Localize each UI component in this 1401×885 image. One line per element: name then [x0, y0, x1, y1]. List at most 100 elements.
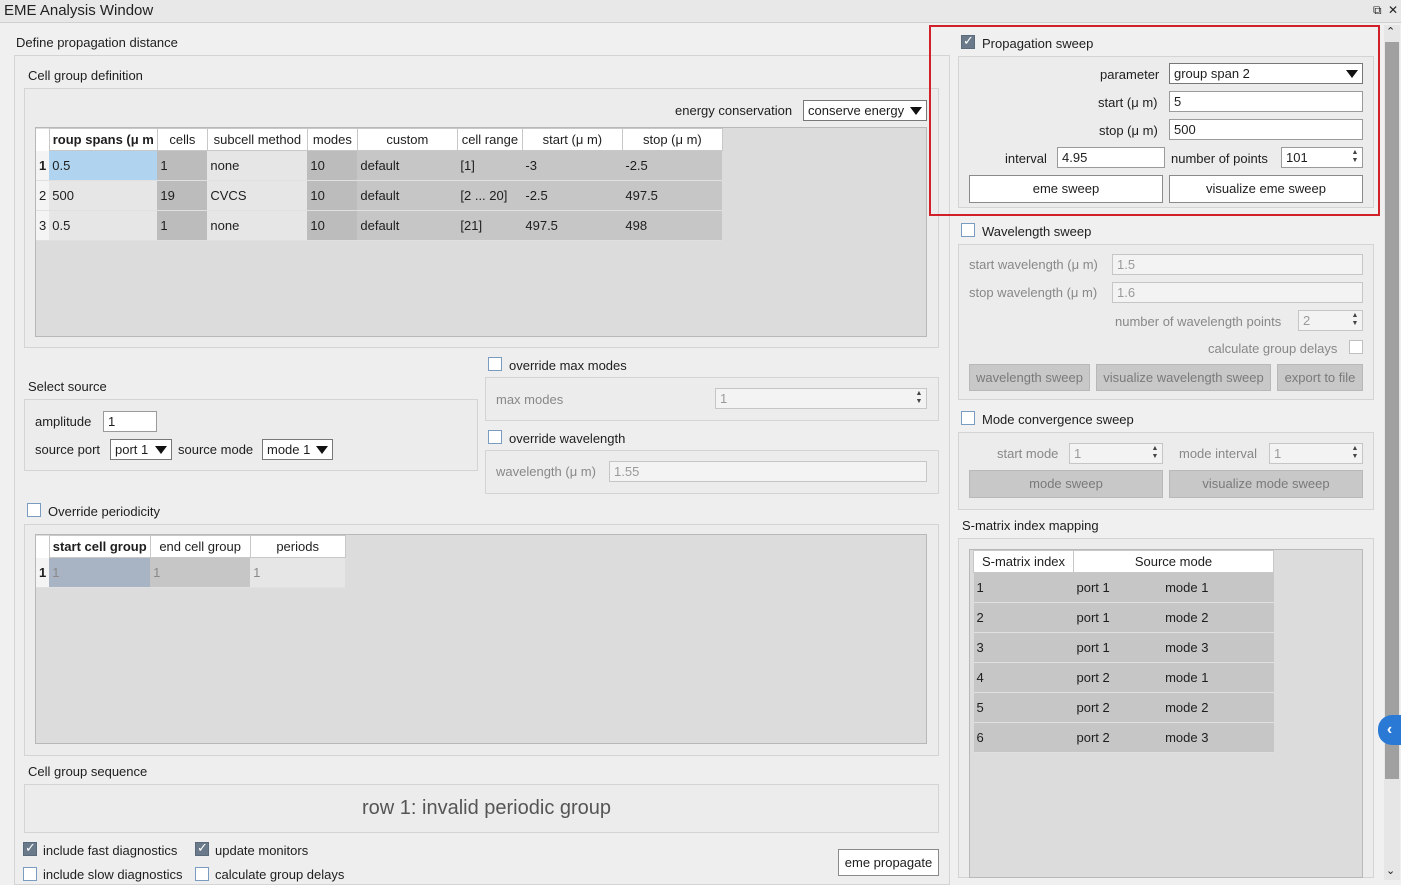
col-cells[interactable]: cells	[156, 128, 208, 151]
num-points-stepper[interactable]: 101 ▲ ▼	[1281, 147, 1363, 168]
table-cell[interactable]: default	[357, 210, 458, 241]
col-subcell[interactable]: subcell method	[206, 128, 308, 151]
col-stop[interactable]: stop (μ m)	[621, 128, 723, 151]
table-cell[interactable]: none	[207, 210, 308, 241]
cell-group-sequence-label: Cell group sequence	[28, 764, 148, 779]
eme-sweep-button[interactable]: eme sweep	[969, 175, 1163, 203]
table-row[interactable]: 5 port 2 mode 2	[973, 692, 1274, 723]
define-propagation-label: Define propagation distance	[16, 35, 178, 50]
override-max-modes-checkbox[interactable]	[488, 357, 502, 371]
source-mode-select[interactable]: mode 1	[262, 439, 333, 460]
chevron-left-icon[interactable]: ‹	[1378, 715, 1401, 745]
table-row[interactable]: 2 500 19 CVCS 10 default [2 ... 20] -2.5…	[36, 180, 723, 211]
visualize-wavelength-sweep-button[interactable]: visualize wavelength sweep	[1096, 364, 1271, 391]
wavelength-sweep-checkbox[interactable]	[961, 223, 975, 237]
mode-convergence-checkbox[interactable]	[961, 411, 975, 425]
scroll-up-icon[interactable]: ⌃	[1386, 25, 1395, 38]
amplitude-input[interactable]: 1	[103, 411, 157, 432]
start-input[interactable]: 5	[1169, 91, 1363, 112]
mode-sweep-button[interactable]: mode sweep	[969, 470, 1163, 498]
table-row[interactable]: 6 port 2 mode 3	[973, 722, 1274, 753]
table-cell[interactable]: 498	[622, 210, 723, 241]
table-cell[interactable]: 1	[250, 557, 346, 588]
calc-group-delays-checkbox[interactable]	[195, 867, 209, 881]
table-cell[interactable]: 1	[150, 557, 251, 588]
col-source-mode[interactable]: Source mode	[1073, 550, 1274, 573]
col-periods[interactable]: periods	[249, 535, 346, 558]
include-fast-diagnostics-checkbox[interactable]	[23, 840, 37, 856]
stop-wavelength-label: stop wavelength (μ m)	[969, 285, 1098, 300]
scroll-down-icon[interactable]: ⌄	[1386, 864, 1395, 877]
export-to-file-button[interactable]: export to file	[1277, 364, 1363, 391]
calc-group-delays-label: calculate group delays	[215, 867, 345, 882]
col-smatrix-index[interactable]: S-matrix index	[973, 550, 1074, 573]
col-cell-range[interactable]: cell range	[456, 128, 523, 151]
visualize-mode-sweep-button[interactable]: visualize mode sweep	[1169, 470, 1363, 498]
table-cell[interactable]: CVCS	[207, 180, 308, 211]
cell-group-label: Cell group definition	[28, 68, 143, 83]
window-title: EME Analysis Window	[4, 2, 154, 19]
table-row[interactable]: 1 1 1 1	[36, 557, 346, 588]
start-wavelength-input[interactable]: 1.5	[1112, 254, 1363, 275]
col-start-cell-group[interactable]: start cell group	[48, 535, 151, 558]
table-cell[interactable]: 1	[157, 210, 208, 241]
table-cell[interactable]: 10	[307, 180, 358, 211]
include-slow-diagnostics-checkbox[interactable]	[23, 867, 37, 881]
start-mode-stepper[interactable]: 1 ▲ ▼	[1069, 443, 1163, 464]
table-cell[interactable]: 497.5	[622, 180, 723, 211]
col-custom[interactable]: custom	[356, 128, 458, 151]
num-wavelength-points-stepper[interactable]: 2 ▲ ▼	[1298, 310, 1363, 331]
override-wavelength-label: override wavelength	[509, 431, 626, 446]
table-cell[interactable]: 19	[157, 180, 208, 211]
interval-input[interactable]: 4.95	[1057, 147, 1165, 168]
table-cell[interactable]: none	[207, 150, 308, 181]
energy-conservation-select[interactable]: conserve energy	[803, 100, 927, 121]
table-cell[interactable]: -3	[522, 150, 623, 181]
wavelength-input[interactable]: 1.55	[609, 461, 927, 482]
table-cell[interactable]: 0.5	[49, 150, 158, 181]
col-start[interactable]: start (μ m)	[521, 128, 623, 151]
table-cell[interactable]: default	[357, 150, 458, 181]
stop-wavelength-input[interactable]: 1.6	[1112, 282, 1363, 303]
table-cell[interactable]: 0.5	[49, 210, 158, 241]
update-monitors-checkbox[interactable]	[195, 840, 209, 856]
propagation-sweep-checkbox[interactable]	[961, 33, 975, 49]
amplitude-label: amplitude	[35, 414, 92, 429]
table-row[interactable]: 3 port 1 mode 3	[973, 632, 1274, 663]
source-port-select[interactable]: port 1	[110, 439, 172, 460]
restore-icon[interactable]: ⧉	[1373, 3, 1382, 18]
max-modes-stepper[interactable]: 1 ▲ ▼	[715, 388, 927, 409]
wavelength-sweep-button[interactable]: wavelength sweep	[969, 364, 1090, 391]
col-modes[interactable]: modes	[306, 128, 358, 151]
mode-interval-stepper[interactable]: 1 ▲ ▼	[1269, 443, 1363, 464]
table-cell[interactable]: [2 ... 20]	[457, 180, 523, 211]
override-periodicity-checkbox[interactable]	[27, 503, 41, 517]
table-cell[interactable]: -2.5	[522, 180, 623, 211]
scrollbar-thumb[interactable]	[1385, 42, 1399, 779]
table-cell[interactable]: 10	[307, 210, 358, 241]
table-cell[interactable]: 500	[49, 180, 158, 211]
close-icon[interactable]: ✕	[1388, 3, 1398, 17]
table-cell[interactable]: default	[357, 180, 458, 211]
table-row[interactable]: 4 port 2 mode 1	[973, 662, 1274, 693]
parameter-select[interactable]: group span 2	[1169, 63, 1363, 84]
col-end-cell-group[interactable]: end cell group	[149, 535, 251, 558]
table-row[interactable]: 3 0.5 1 none 10 default [21] 497.5 498	[36, 210, 723, 241]
eme-propagate-button[interactable]: eme propagate	[838, 849, 939, 876]
table-row[interactable]: 1 port 1 mode 1	[973, 572, 1274, 603]
table-cell[interactable]: 10	[307, 150, 358, 181]
table-cell[interactable]: [1]	[457, 150, 523, 181]
col-group-spans[interactable]: roup spans (μ m	[48, 128, 158, 151]
table-row[interactable]: 2 port 1 mode 2	[973, 602, 1274, 633]
stop-input[interactable]: 500	[1169, 119, 1363, 140]
table-row[interactable]: 1 0.5 1 none 10 default [1] -3 -2.5	[36, 150, 723, 181]
table-cell[interactable]: -2.5	[622, 150, 723, 181]
table-cell[interactable]: 1	[49, 557, 151, 588]
table-cell[interactable]: [21]	[457, 210, 523, 241]
visualize-eme-sweep-button[interactable]: visualize eme sweep	[1169, 175, 1363, 203]
num-points-label: number of points	[1171, 151, 1268, 166]
override-wavelength-checkbox[interactable]	[488, 430, 502, 444]
table-cell[interactable]: 497.5	[522, 210, 623, 241]
wl-calc-group-delays-checkbox[interactable]	[1349, 340, 1363, 354]
table-cell[interactable]: 1	[157, 150, 208, 181]
